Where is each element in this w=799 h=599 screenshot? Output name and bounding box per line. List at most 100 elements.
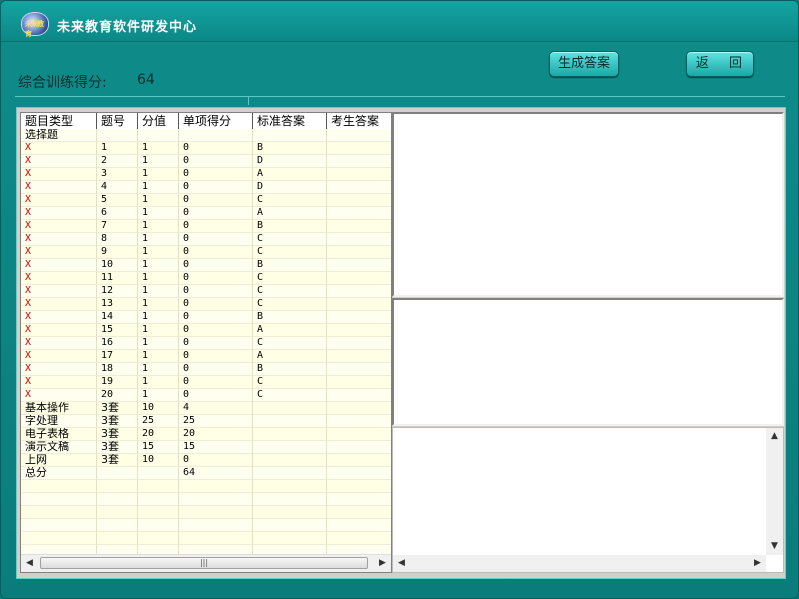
column-header-number[interactable]: 题号 (97, 113, 138, 129)
empty-cell (97, 532, 138, 545)
table-row[interactable]: X310A (21, 168, 391, 181)
table-row[interactable]: X510C (21, 194, 391, 207)
scroll-down-icon[interactable]: ▼ (766, 538, 783, 555)
empty-cell (138, 519, 179, 532)
cell-item-score: 0 (179, 389, 253, 402)
cell-item-score: 20 (179, 428, 253, 441)
back-button[interactable]: 返 回 (686, 51, 754, 77)
table-row[interactable]: X810C (21, 233, 391, 246)
scroll-right-icon[interactable]: ▶ (749, 555, 766, 572)
column-header-points[interactable]: 分值 (138, 113, 179, 129)
cell-standard-answer: C (253, 272, 327, 285)
cell-points: 1 (138, 207, 179, 220)
cell-student-answer (327, 155, 391, 168)
cell-standard-answer (253, 402, 327, 415)
table-row[interactable]: X 12 1 0 C (21, 285, 391, 298)
explanation-panel[interactable]: ▲ ▼ ◀ ▶ (392, 427, 784, 573)
cell-standard-answer (253, 454, 327, 467)
table-row[interactable]: 选择题 (21, 129, 391, 142)
cell-type: X (21, 285, 97, 298)
column-header-type[interactable]: 题目类型 (21, 113, 97, 129)
table-row[interactable]: X 14 1 0 B (21, 311, 391, 324)
cell-standard-answer: C (253, 298, 327, 311)
cell-student-answer (327, 220, 391, 233)
cell-item-score: 0 (179, 142, 253, 155)
generate-answer-button[interactable]: 生成答案 (549, 51, 619, 77)
table-row[interactable]: X 16 1 0 C (21, 337, 391, 350)
column-header-student-answer[interactable]: 考生答案 (327, 113, 391, 129)
cell-points: 1 (138, 272, 179, 285)
scroll-up-icon[interactable]: ▲ (766, 428, 783, 445)
cell-student-answer (327, 454, 391, 467)
table-row[interactable]: X710B (21, 220, 391, 233)
cell-type: X (21, 350, 97, 363)
table-row[interactable]: 字处理 3套 25 25 (21, 415, 391, 428)
explanation-vertical-scrollbar[interactable]: ▲ ▼ (766, 428, 783, 555)
cell-number: 2 (97, 155, 138, 168)
empty-cell (138, 480, 179, 493)
scroll-right-icon[interactable]: ▶ (374, 555, 391, 572)
scrollbar-thumb[interactable]: ||| (40, 557, 368, 569)
cell-type: X (21, 155, 97, 168)
app-logo-icon: 未来教育 (21, 12, 49, 38)
empty-cell (138, 493, 179, 506)
table-row-empty (21, 480, 391, 493)
cell-points: 1 (138, 298, 179, 311)
cell-student-answer (327, 389, 391, 402)
table-row[interactable]: X 19 1 0 C (21, 376, 391, 389)
explanation-horizontal-scrollbar[interactable]: ◀ ▶ (393, 555, 766, 572)
table-row[interactable]: 总分 64 (21, 467, 391, 480)
cell-type: 选择题 (21, 129, 97, 142)
cell-standard-answer (253, 467, 327, 480)
table-row[interactable]: X 18 1 0 B (21, 363, 391, 376)
table-row[interactable]: X410D (21, 181, 391, 194)
cell-item-score: 0 (179, 207, 253, 220)
table-header: 题目类型 题号 分值 单项得分 标准答案 考生答案 (21, 113, 391, 130)
cell-type: X (21, 311, 97, 324)
table-row[interactable]: X 11 1 0 C (21, 272, 391, 285)
cell-student-answer (327, 207, 391, 220)
cell-number: 14 (97, 311, 138, 324)
question-text-panel[interactable] (392, 112, 784, 297)
cell-number: 17 (97, 350, 138, 363)
score-table[interactable]: 题目类型 题号 分值 单项得分 标准答案 考生答案 选择题 X 1 1 0 B X 2 1 0 D X… (20, 112, 392, 573)
table-row[interactable]: X 20 1 0 C (21, 389, 391, 402)
table-row[interactable]: X 15 1 0 A (21, 324, 391, 337)
table-row[interactable]: X610A (21, 207, 391, 220)
empty-cell (97, 506, 138, 519)
table-horizontal-scrollbar[interactable]: ◀ ||| ▶ (21, 554, 391, 572)
empty-cell (179, 480, 253, 493)
table-row[interactable]: X 10 1 0 B (21, 259, 391, 272)
table-row[interactable]: 演示文稿 3套 15 15 (21, 441, 391, 454)
empty-cell (21, 519, 97, 532)
cell-points (138, 129, 179, 142)
cell-points: 1 (138, 285, 179, 298)
table-row[interactable]: X210D (21, 155, 391, 168)
cell-student-answer (327, 285, 391, 298)
table-row[interactable]: 电子表格 3套 20 20 (21, 428, 391, 441)
table-row[interactable]: 上网 3套 10 0 (21, 454, 391, 467)
cell-type: X (21, 259, 97, 272)
table-row[interactable]: X110B (21, 142, 391, 155)
cell-number: 10 (97, 259, 138, 272)
cell-standard-answer: C (253, 285, 327, 298)
column-header-standard-answer[interactable]: 标准答案 (253, 113, 327, 129)
cell-number: 3套 (97, 402, 138, 415)
cell-item-score: 25 (179, 415, 253, 428)
cell-points: 1 (138, 376, 179, 389)
table-row[interactable]: X910C (21, 246, 391, 259)
cell-type: X (21, 194, 97, 207)
cell-student-answer (327, 467, 391, 480)
table-row[interactable]: X 13 1 0 C (21, 298, 391, 311)
cell-points: 1 (138, 142, 179, 155)
cell-points: 1 (138, 350, 179, 363)
scroll-left-icon[interactable]: ◀ (21, 555, 38, 572)
cell-type: X (21, 376, 97, 389)
answer-detail-panel[interactable] (392, 298, 784, 426)
cell-item-score: 15 (179, 441, 253, 454)
table-row[interactable]: 基本操作 3套 10 4 (21, 402, 391, 415)
table-row[interactable]: X 17 1 0 A (21, 350, 391, 363)
cell-standard-answer: D (253, 155, 327, 168)
column-header-item-score[interactable]: 单项得分 (179, 113, 253, 129)
scroll-left-icon[interactable]: ◀ (393, 555, 410, 572)
